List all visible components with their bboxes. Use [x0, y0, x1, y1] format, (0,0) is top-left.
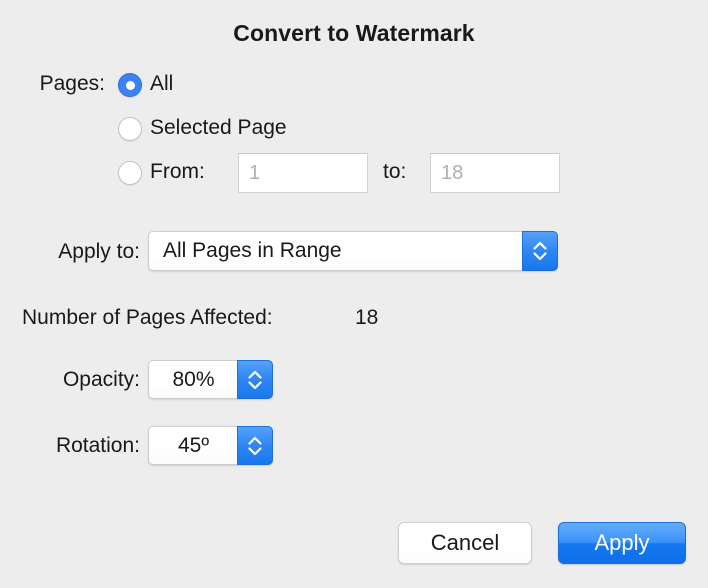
- rotation-select-value: 45º: [178, 434, 243, 458]
- radio-pages-all[interactable]: [118, 73, 142, 97]
- radio-pages-all-label[interactable]: All: [150, 72, 173, 96]
- radio-pages-from-label[interactable]: From:: [150, 160, 205, 184]
- opacity-label: Opacity:: [0, 368, 140, 392]
- apply-to-select-value: All Pages in Range: [149, 239, 342, 263]
- radio-pages-selected-page[interactable]: [118, 117, 142, 141]
- to-page-input[interactable]: 18: [430, 153, 560, 193]
- chevron-up-down-icon[interactable]: [237, 360, 273, 399]
- chevron-up-down-icon[interactable]: [237, 426, 273, 465]
- apply-to-label: Apply to:: [0, 240, 140, 264]
- convert-to-watermark-dialog: Convert to Watermark Pages: All Selected…: [0, 0, 708, 588]
- rotation-select[interactable]: 45º: [148, 426, 273, 465]
- cancel-button[interactable]: Cancel: [398, 522, 532, 564]
- radio-pages-from[interactable]: [118, 161, 142, 185]
- pages-affected-label: Number of Pages Affected:: [22, 306, 273, 330]
- opacity-select[interactable]: 80%: [148, 360, 273, 399]
- chevron-up-down-icon[interactable]: [522, 231, 558, 271]
- rotation-label: Rotation:: [0, 434, 140, 458]
- apply-button[interactable]: Apply: [558, 522, 686, 564]
- to-label: to:: [383, 160, 406, 184]
- pages-label: Pages:: [0, 72, 105, 96]
- dialog-title: Convert to Watermark: [0, 20, 708, 47]
- from-page-input[interactable]: 1: [238, 153, 368, 193]
- pages-affected-value: 18: [355, 306, 378, 330]
- radio-pages-selected-page-label[interactable]: Selected Page: [150, 116, 287, 140]
- apply-to-select[interactable]: All Pages in Range: [148, 231, 558, 271]
